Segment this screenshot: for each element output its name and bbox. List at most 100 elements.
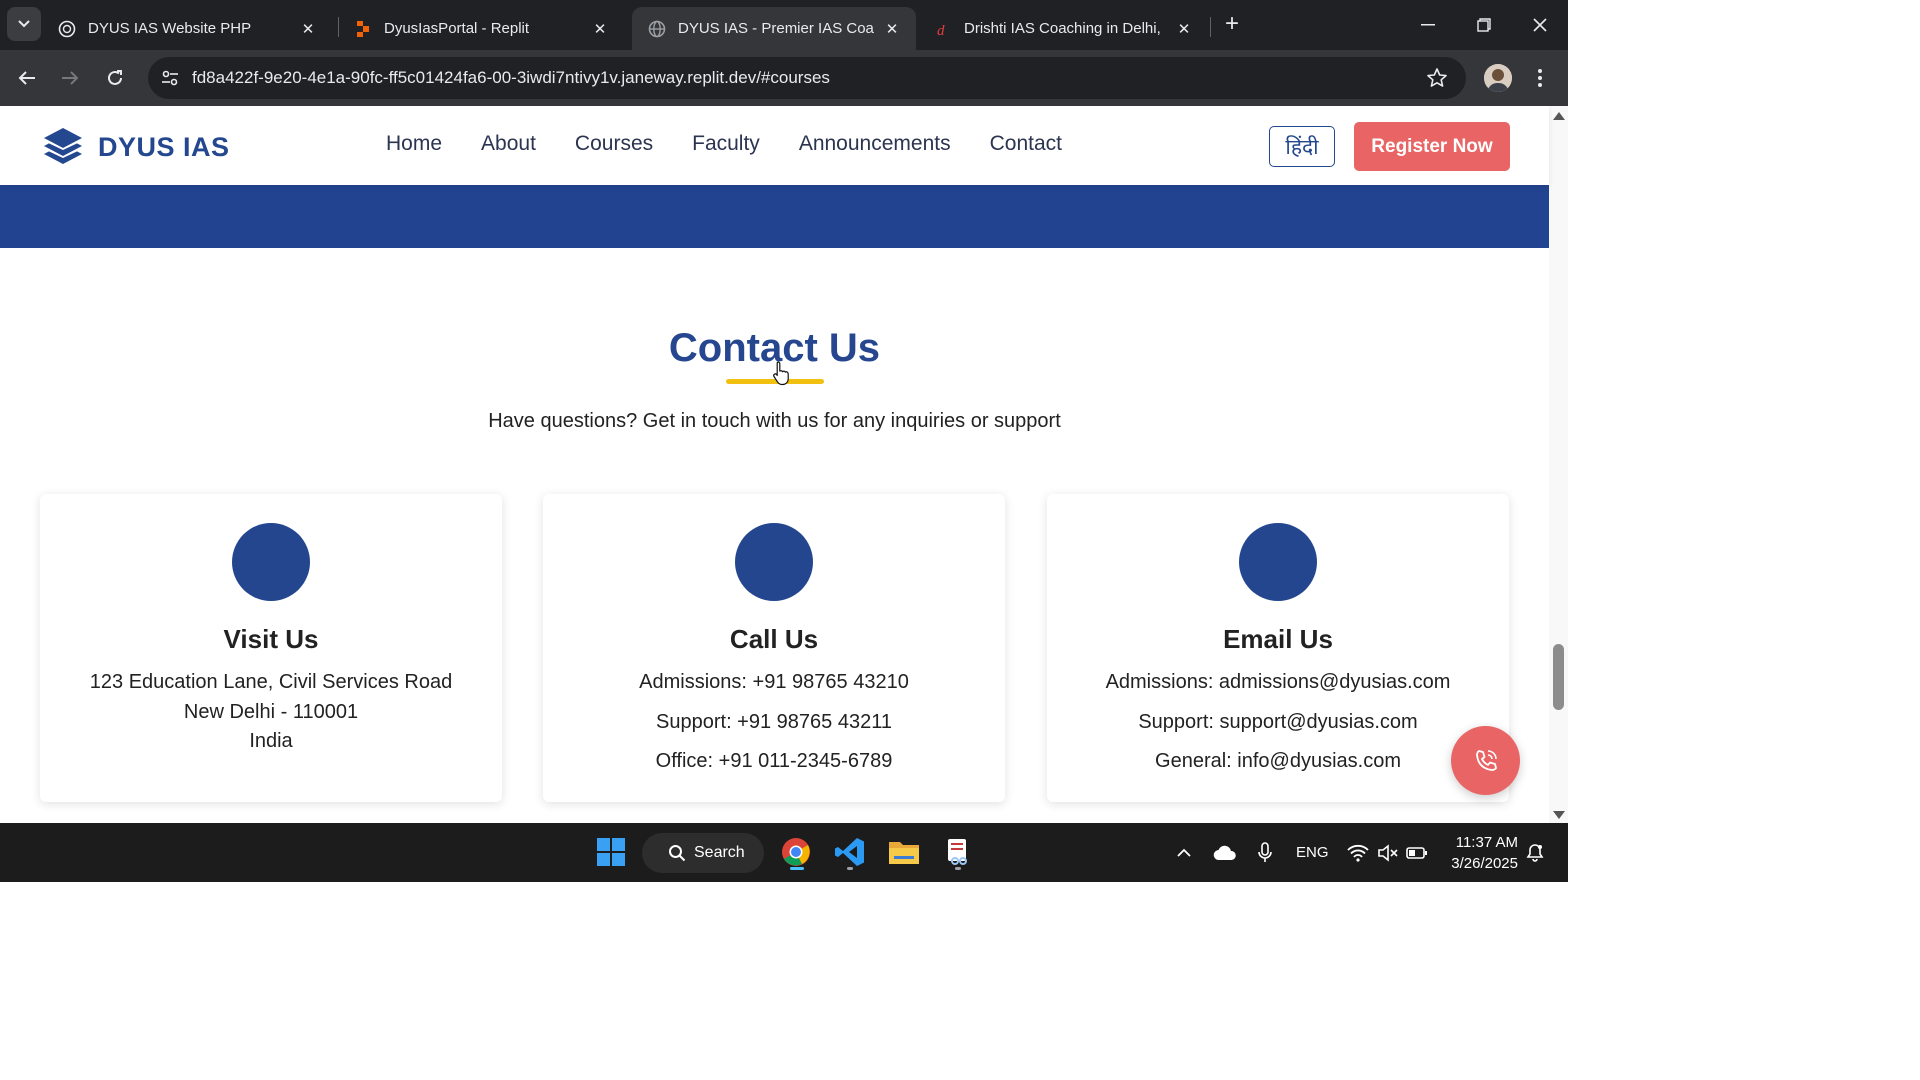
site-navbar: DYUS IAS Home About Courses Faculty Anno… <box>0 106 1549 185</box>
arrow-right-icon <box>62 71 79 85</box>
card-lines: Admissions: admissions@dyusias.com Suppo… <box>1047 668 1509 787</box>
drishti-icon: d <box>934 20 952 38</box>
reload-button[interactable] <box>99 62 131 94</box>
scroll-down-arrow-icon[interactable] <box>1553 811 1565 819</box>
close-tab-icon[interactable]: ✕ <box>882 20 902 38</box>
close-tab-icon[interactable]: ✕ <box>298 20 318 38</box>
call-us-card: Call Us Admissions: +91 98765 43210 Supp… <box>543 494 1005 802</box>
windows-taskbar: Search ENG 11:37 AM 3/26/2025 <box>0 823 1568 882</box>
notifications-tray[interactable] <box>1525 823 1545 882</box>
minimize-button[interactable] <box>1400 0 1456 50</box>
register-now-button[interactable]: Register Now <box>1354 122 1510 171</box>
avatar-icon <box>1484 64 1512 92</box>
search-icon <box>669 845 686 862</box>
openai-icon <box>58 20 76 38</box>
close-window-button[interactable] <box>1512 0 1568 50</box>
page-viewport: DYUS IAS Home About Courses Faculty Anno… <box>0 106 1568 823</box>
hero-band-bottom <box>0 185 1549 248</box>
running-indicator <box>955 867 961 870</box>
restore-icon <box>1477 18 1491 32</box>
nav-link-faculty[interactable]: Faculty <box>692 132 760 156</box>
scroll-thumb[interactable] <box>1553 644 1564 710</box>
chrome-icon <box>782 838 810 866</box>
language-toggle-button[interactable]: हिंदी <box>1269 126 1335 167</box>
site-settings-icon[interactable] <box>160 68 180 93</box>
address-line: India <box>249 730 293 752</box>
forward-button[interactable] <box>54 62 86 94</box>
tab-dyus-premier-active[interactable]: DYUS IAS - Premier IAS Coachir ✕ <box>632 7 916 50</box>
address-bar[interactable]: fd8a422f-9e20-4e1a-90fc-ff5c01424fa6-00-… <box>148 57 1466 99</box>
taskbar-snipping-tool[interactable] <box>936 831 980 873</box>
call-fab-button[interactable] <box>1451 726 1520 795</box>
email-line: Support: support@dyusias.com <box>1138 710 1418 733</box>
clock-date: 3/26/2025 <box>1451 855 1518 872</box>
taskbar-clock[interactable]: 11:37 AM 3/26/2025 <box>1438 832 1518 874</box>
location-icon <box>232 523 310 601</box>
new-tab-button[interactable]: + <box>1218 10 1246 38</box>
nav-link-about[interactable]: About <box>481 132 536 156</box>
email-line: General: info@dyusias.com <box>1155 750 1401 772</box>
arrow-left-icon <box>18 71 35 85</box>
battery-tray[interactable] <box>1406 823 1428 882</box>
address-line: New Delhi - 110001 <box>183 700 359 723</box>
card-heading: Email Us <box>1223 624 1333 654</box>
card-heading: Visit Us <box>223 624 319 654</box>
hand-cursor-icon <box>773 361 789 386</box>
card-heading: Call Us <box>729 624 819 654</box>
phone-icon <box>735 523 813 601</box>
windows-logo-icon <box>597 838 625 866</box>
tab-title: Drishti IAS Coaching in Delhi, Be <box>964 20 1166 37</box>
close-tab-icon[interactable]: ✕ <box>1174 20 1194 38</box>
taskbar-chrome[interactable] <box>774 831 818 873</box>
close-tab-icon[interactable]: ✕ <box>590 20 610 38</box>
restore-button[interactable] <box>1456 0 1512 50</box>
tab-title: DYUS IAS Website PHP <box>88 20 252 37</box>
tab-search-button[interactable] <box>7 7 41 41</box>
volume-tray[interactable] <box>1377 823 1399 882</box>
contact-section-subtitle: Have questions? Get in touch with us for… <box>488 410 1061 432</box>
tab-title: DYUS IAS - Premier IAS Coachir <box>678 20 874 37</box>
chevron-up-icon <box>1177 848 1191 857</box>
nav-link-home[interactable]: Home <box>386 132 442 156</box>
brand-logo[interactable]: DYUS IAS <box>42 126 230 168</box>
page-scrollbar[interactable] <box>1549 106 1568 823</box>
globe-icon <box>648 20 666 38</box>
nav-link-contact[interactable]: Contact <box>990 132 1062 156</box>
tab-dyus-website-php[interactable]: DYUS IAS Website PHP ✕ <box>42 7 332 50</box>
card-lines: Admissions: +91 98765 43210 Support: +91… <box>543 668 1005 787</box>
profile-avatar[interactable] <box>1484 64 1512 92</box>
email-line: Admissions: admissions@dyusias.com <box>1105 671 1451 693</box>
back-button[interactable] <box>11 62 43 94</box>
show-hidden-icons[interactable] <box>1176 823 1192 882</box>
onedrive-tray[interactable] <box>1213 823 1237 882</box>
phone-line: Office: +91 011-2345-6789 <box>655 750 893 772</box>
microphone-icon <box>1258 841 1272 862</box>
phone-line: Support: +91 98765 43211 <box>656 710 892 733</box>
tab-drishti-ias[interactable]: d Drishti IAS Coaching in Delhi, Be ✕ <box>918 7 1208 50</box>
card-lines: 123 Education Lane, Civil Services Road … <box>40 668 502 757</box>
bookmark-star-icon[interactable] <box>1426 67 1448 94</box>
scroll-up-arrow-icon[interactable] <box>1553 112 1565 120</box>
url-text[interactable]: fd8a422f-9e20-4e1a-90fc-ff5c01424fa6-00-… <box>192 68 830 88</box>
nav-link-courses[interactable]: Courses <box>575 132 653 156</box>
taskbar-vscode[interactable] <box>828 831 872 873</box>
folder-icon <box>889 842 919 864</box>
microphone-tray[interactable] <box>1257 823 1273 882</box>
snipping-tool-icon <box>948 839 967 865</box>
tab-replit-portal[interactable]: DyusIasPortal - Replit ✕ <box>338 7 624 50</box>
active-indicator <box>790 867 804 870</box>
tab-title: DyusIasPortal - Replit <box>384 20 530 37</box>
notification-bell-icon <box>1526 843 1544 862</box>
input-language[interactable]: ENG <box>1296 823 1329 882</box>
taskbar-search[interactable]: Search <box>642 833 764 873</box>
start-button[interactable] <box>590 831 632 873</box>
envelope-icon <box>1239 523 1317 601</box>
wifi-tray[interactable] <box>1347 823 1369 882</box>
layers-logo-icon <box>44 128 82 164</box>
replit-icon <box>354 20 372 38</box>
nav-link-announcements[interactable]: Announcements <box>799 132 951 156</box>
browser-menu-button[interactable] <box>1530 64 1550 92</box>
wifi-icon <box>1347 844 1369 862</box>
visit-us-card: Visit Us 123 Education Lane, Civil Servi… <box>40 494 502 802</box>
taskbar-file-explorer[interactable] <box>882 831 926 873</box>
